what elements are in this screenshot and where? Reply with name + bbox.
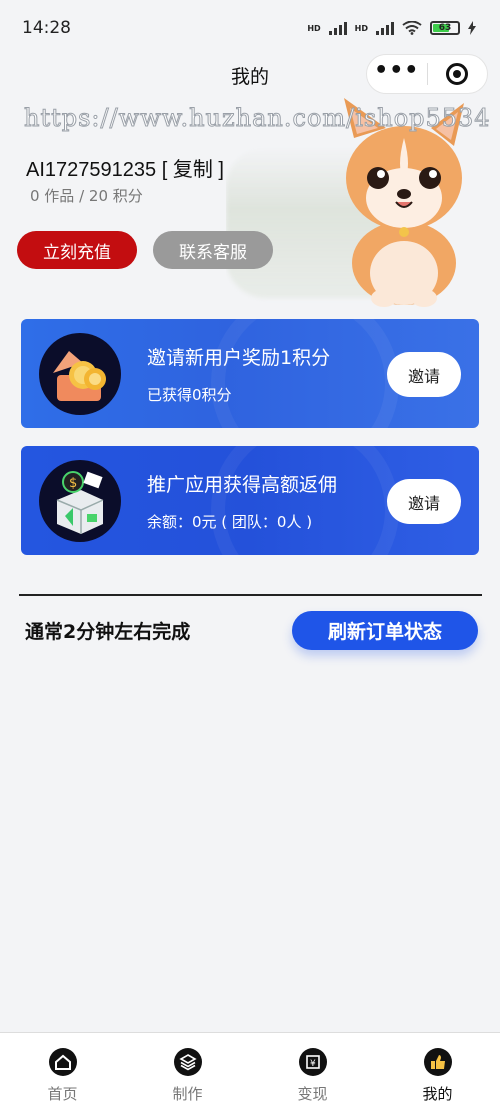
user-stats: 0 作品 / 20 积分: [30, 187, 143, 205]
svg-text:¥: ¥: [310, 1059, 316, 1069]
charging-icon: [468, 21, 476, 35]
page-title: 我的: [230, 65, 269, 88]
tab-label: 变现: [297, 1085, 328, 1103]
completion-notice: 通常2分钟左右完成: [25, 621, 191, 643]
nav-bar: 我的 •••: [0, 52, 500, 98]
bottom-tab-bar: 首页 制作 ¥ 变现 我的: [0, 1032, 500, 1111]
signal-icon: [328, 21, 347, 35]
copy-button[interactable]: [ 复制 ]: [162, 159, 224, 181]
invite-reward-card: 邀请新用户奖励1积分 已获得0积分 邀请: [21, 319, 479, 428]
tab-home[interactable]: 首页: [0, 1033, 125, 1111]
invite-button[interactable]: 邀请: [387, 479, 461, 524]
money-icon: ¥: [298, 1048, 327, 1076]
section-divider: [19, 594, 482, 596]
tab-mine[interactable]: 我的: [375, 1033, 500, 1111]
close-button[interactable]: [428, 55, 488, 93]
status-bar: 14:28 HD HD 63: [0, 0, 500, 56]
more-button[interactable]: •••: [367, 55, 427, 93]
wifi-icon: [402, 21, 422, 35]
user-id-line: AI1727591235 [ 复制 ]: [26, 153, 224, 182]
gift-coins-icon: [39, 333, 121, 415]
more-dots-icon: •••: [374, 58, 420, 83]
layers-icon: [173, 1048, 202, 1076]
tab-label: 我的: [422, 1085, 453, 1103]
watermark-text: https://www.huzhan.com/ishop5534: [24, 104, 491, 133]
signal-icon-2: [376, 21, 394, 35]
user-id: AI1727591235: [26, 159, 157, 181]
tab-create[interactable]: 制作: [125, 1033, 250, 1111]
signal-label-2: HD: [354, 23, 368, 33]
signal-label-1: HD: [307, 23, 321, 33]
card-title: 邀请新用户奖励1积分: [147, 347, 331, 369]
refresh-order-status-button[interactable]: 刷新订单状态: [292, 611, 478, 650]
svg-text:$: $: [69, 476, 77, 491]
money-box-icon: $: [39, 460, 121, 542]
invite-button[interactable]: 邀请: [387, 352, 461, 397]
target-icon: [446, 63, 469, 85]
status-icons: HD HD 63: [307, 21, 476, 35]
contact-service-button[interactable]: 联系客服: [153, 231, 273, 269]
tab-label: 首页: [47, 1085, 78, 1103]
card-subtitle: 已获得0积分: [147, 386, 232, 404]
battery-level: 63: [438, 23, 452, 33]
status-time: 14:28: [22, 18, 71, 38]
home-icon: [48, 1048, 77, 1076]
thumbs-up-icon: [423, 1048, 452, 1076]
tab-monetize[interactable]: ¥ 变现: [250, 1033, 375, 1111]
card-title: 推广应用获得高额返佣: [147, 474, 338, 496]
battery-icon: 63: [430, 21, 460, 35]
card-subtitle: 余额：0元 ( 团队：0人 ): [147, 513, 313, 531]
mini-program-capsule: •••: [366, 54, 488, 94]
referral-commission-card: $ 推广应用获得高额返佣 余额：0元 ( 团队：0人 ) 邀请: [21, 446, 479, 555]
recharge-button[interactable]: 立刻充值: [17, 231, 137, 269]
tab-label: 制作: [172, 1085, 203, 1103]
